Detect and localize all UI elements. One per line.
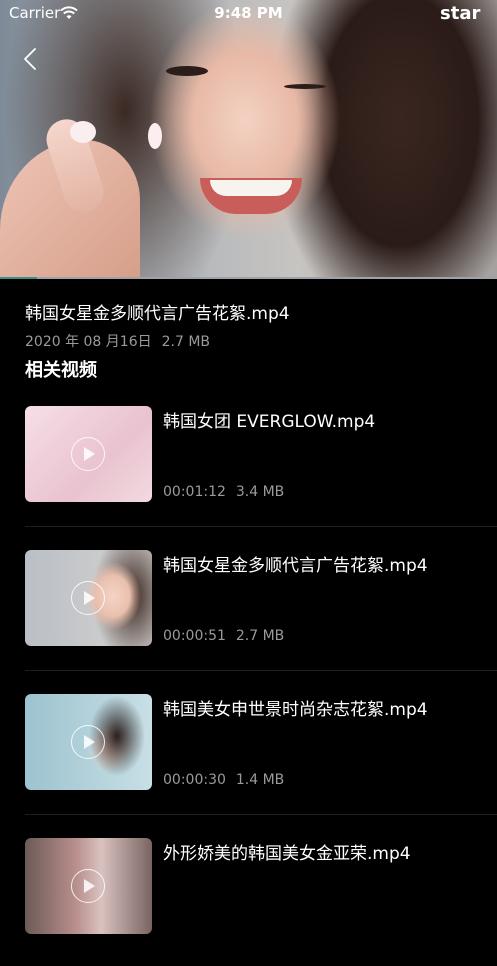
related-video-name: 外形娇美的韩国美女金亚荣.mp4 [163,844,411,864]
video-progress-bar[interactable] [0,277,497,279]
related-video-info: 00:00:30 1.4 MB [163,772,284,788]
related-video-size: 3.4 MB [235,484,285,500]
video-frame-eye-left [166,66,208,76]
video-frame-cream [70,121,96,143]
video-thumbnail [25,550,152,646]
related-video-item[interactable]: 韩国女星金多顺代言广告花絮.mp4 00:00:51 2.7 MB [0,534,497,678]
video-thumbnail [25,694,152,790]
video-title: 韩国女星金多顺代言广告花絮.mp4 [25,304,290,324]
related-video-info: 00:00:51 2.7 MB [163,628,284,644]
divider [25,526,497,527]
related-video-name: 韩国女团 EVERGLOW.mp4 [163,412,376,432]
related-video-duration: 00:00:51 [163,628,226,644]
video-meta: 2020 年 08 月16日 2.7 MB [25,331,210,351]
video-thumbnail [25,406,152,502]
clock: 9:48 PM [214,4,283,22]
divider [25,670,497,671]
chevron-left-icon [24,48,36,70]
play-icon [71,869,105,903]
video-date: 2020 年 08 月16日 [25,334,152,350]
related-video-item[interactable]: 韩国女团 EVERGLOW.mp4 00:01:12 3.4 MB [0,390,497,534]
related-video-info: 00:01:12 3.4 MB [163,484,284,500]
video-frame-eye-right [284,84,326,89]
play-icon [71,581,105,615]
back-button[interactable] [18,45,46,73]
divider [25,814,497,815]
video-thumbnail [25,838,152,934]
related-video-size: 1.4 MB [235,772,285,788]
video-size: 2.7 MB [161,334,211,350]
video-progress-fill [0,277,38,279]
related-video-item[interactable]: 韩国美女申世景时尚杂志花絮.mp4 00:00:30 1.4 MB [0,678,497,822]
related-video-duration: 00:00:30 [163,772,226,788]
related-video-item[interactable]: 外形娇美的韩国美女金亚荣.mp4 [0,822,497,966]
video-player[interactable] [0,0,497,279]
status-bar: Carrier 9:48 PM star [0,0,497,26]
related-video-name: 韩国女星金多顺代言广告花絮.mp4 [163,556,428,576]
related-section-title: 相关视频 [25,360,97,381]
watermark-logo: star [440,3,481,24]
related-video-duration: 00:01:12 [163,484,226,500]
play-icon [71,437,105,471]
related-video-name: 韩国美女申世景时尚杂志花絮.mp4 [163,700,428,720]
video-frame-teeth [210,180,292,196]
related-video-size: 2.7 MB [235,628,285,644]
play-icon [71,725,105,759]
video-frame-cream-cheek [148,123,162,149]
